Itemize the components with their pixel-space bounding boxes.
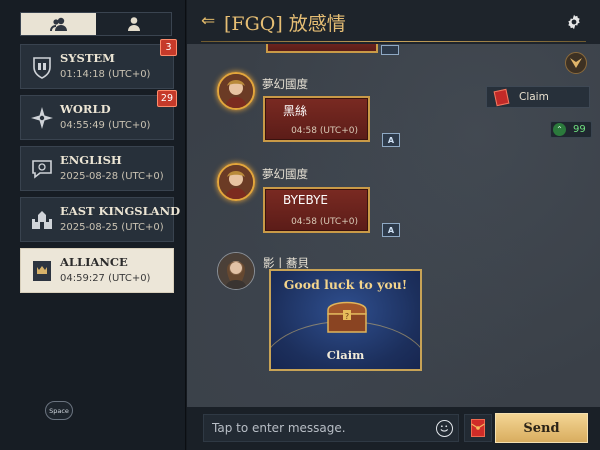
red-packet-button[interactable] xyxy=(464,414,492,442)
send-button[interactable]: Send xyxy=(495,413,588,443)
channel-name: EAST KINGSLAND xyxy=(60,204,181,218)
message-time: 04:58 (UTC+0) xyxy=(291,126,358,136)
chat-bubble-icon xyxy=(29,156,55,182)
channel-system[interactable]: SYSTEM 01:14:18 (UTC+0) 3 xyxy=(20,39,177,89)
gift-title: Good luck to you! xyxy=(283,277,408,292)
online-count: 99 xyxy=(573,124,586,135)
person-icon xyxy=(127,17,140,31)
channel-time: 2025-08-28 (UTC+0) xyxy=(60,171,164,182)
back-arrow-icon[interactable]: ⇐ xyxy=(201,11,215,31)
tab-private-chat[interactable] xyxy=(96,13,171,35)
sender-name: 夢幻國度 xyxy=(262,167,308,181)
channel-name: SYSTEM xyxy=(60,51,115,65)
online-people-icon: ⌃ xyxy=(553,123,566,136)
castle-icon xyxy=(29,207,55,233)
message-time: 04:58 (UTC+0) xyxy=(291,217,358,227)
page-title: [FGQ] 放感情 xyxy=(224,13,346,35)
tab-group-chat[interactable] xyxy=(21,13,96,35)
translate-icon[interactable] xyxy=(381,45,399,55)
online-counter[interactable]: ⌃ 99 xyxy=(550,121,592,138)
group-icon xyxy=(49,17,67,32)
svg-text:?: ? xyxy=(345,312,349,321)
red-envelope-icon xyxy=(471,419,485,437)
translate-icon[interactable]: A xyxy=(382,223,400,237)
channel-time: 04:59:27 (UTC+0) xyxy=(60,273,151,284)
claim-label: Claim xyxy=(519,91,549,103)
unread-badge: 3 xyxy=(160,39,177,56)
previous-message-bubble xyxy=(266,44,378,53)
sender-name: 夢幻國度 xyxy=(262,77,308,91)
gear-icon[interactable] xyxy=(566,14,582,30)
channel-world[interactable]: WORLD 04:55:49 (UTC+0) 29 xyxy=(20,90,177,140)
channel-english[interactable]: ENGLISH 2025-08-28 (UTC+0) xyxy=(20,146,174,191)
chat-type-tabs xyxy=(20,12,172,36)
channel-time: 2025-08-25 (UTC+0) xyxy=(60,222,164,233)
message-bubble[interactable]: 黑絲 04:58 (UTC+0) xyxy=(263,96,370,142)
message-bubble[interactable]: BYEBYE 04:58 (UTC+0) xyxy=(263,187,370,233)
treasure-chest-icon: ? xyxy=(327,301,367,333)
channel-time: 04:55:49 (UTC+0) xyxy=(60,120,151,131)
channel-time: 01:14:18 (UTC+0) xyxy=(60,69,151,80)
channel-east-kingsland[interactable]: EAST KINGSLAND 2025-08-25 (UTC+0) xyxy=(20,197,180,242)
channel-name: ENGLISH xyxy=(60,153,122,167)
message-input[interactable] xyxy=(204,415,432,441)
header-divider xyxy=(201,41,586,42)
message-input-bar: Send xyxy=(187,407,600,450)
unread-badge: 29 xyxy=(156,90,177,107)
gift-claim-label: Claim xyxy=(326,348,365,362)
compass-icon xyxy=(29,105,55,131)
avatar[interactable] xyxy=(217,163,255,201)
channel-alliance[interactable]: ALLIANCE 04:59:27 (UTC+0) xyxy=(20,248,174,293)
channel-name: ALLIANCE xyxy=(60,255,128,269)
chat-header: ⇐ [FGQ] 放感情 xyxy=(187,0,600,44)
emoji-icon[interactable] xyxy=(436,420,453,437)
channel-name: WORLD xyxy=(60,102,111,116)
space-button[interactable]: Space xyxy=(45,401,73,420)
alliance-banner-icon xyxy=(29,258,55,284)
alliance-emblem-icon[interactable] xyxy=(565,52,587,74)
translate-icon[interactable]: A xyxy=(382,133,400,147)
message-input-container xyxy=(203,414,459,442)
avatar[interactable] xyxy=(217,72,255,110)
message-text: 黑絲 xyxy=(283,104,308,118)
avatar[interactable] xyxy=(217,252,255,290)
message-text: BYEBYE xyxy=(283,193,328,207)
red-envelope-icon xyxy=(493,88,510,107)
helmet-icon xyxy=(29,54,55,80)
claim-button[interactable]: Claim xyxy=(486,86,590,108)
gift-red-packet[interactable]: Good luck to you! ? Claim xyxy=(269,269,422,371)
channel-sidebar: SYSTEM 01:14:18 (UTC+0) 3 WORLD 04:55:49… xyxy=(0,0,186,450)
